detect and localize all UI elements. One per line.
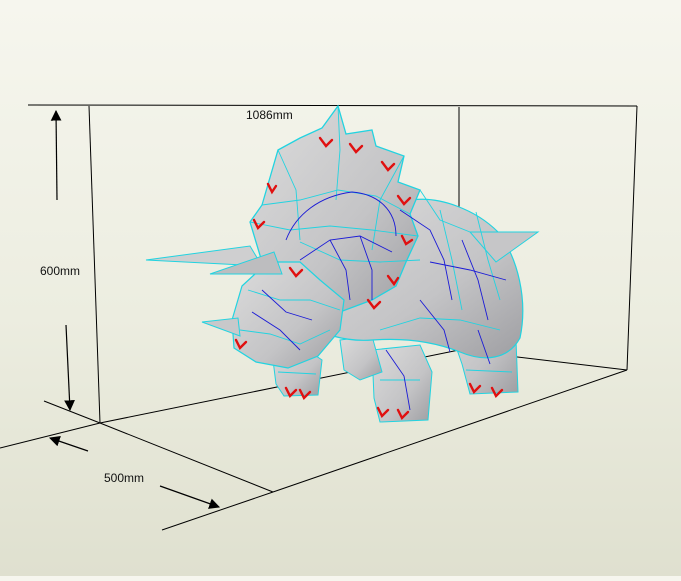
3d-viewport[interactable]: 1086mm 600mm 500mm: [0, 0, 681, 576]
height-dimension-label: 600mm: [40, 264, 81, 278]
viewport-canvas: [0, 104, 638, 531]
length-dimension-label: 1086mm: [246, 108, 293, 122]
model-nose-horn: [201, 317, 241, 337]
depth-dimension-label: 500mm: [104, 471, 145, 485]
triceratops-model[interactable]: [145, 104, 540, 423]
height-dimension-arrow: [50, 109, 75, 412]
